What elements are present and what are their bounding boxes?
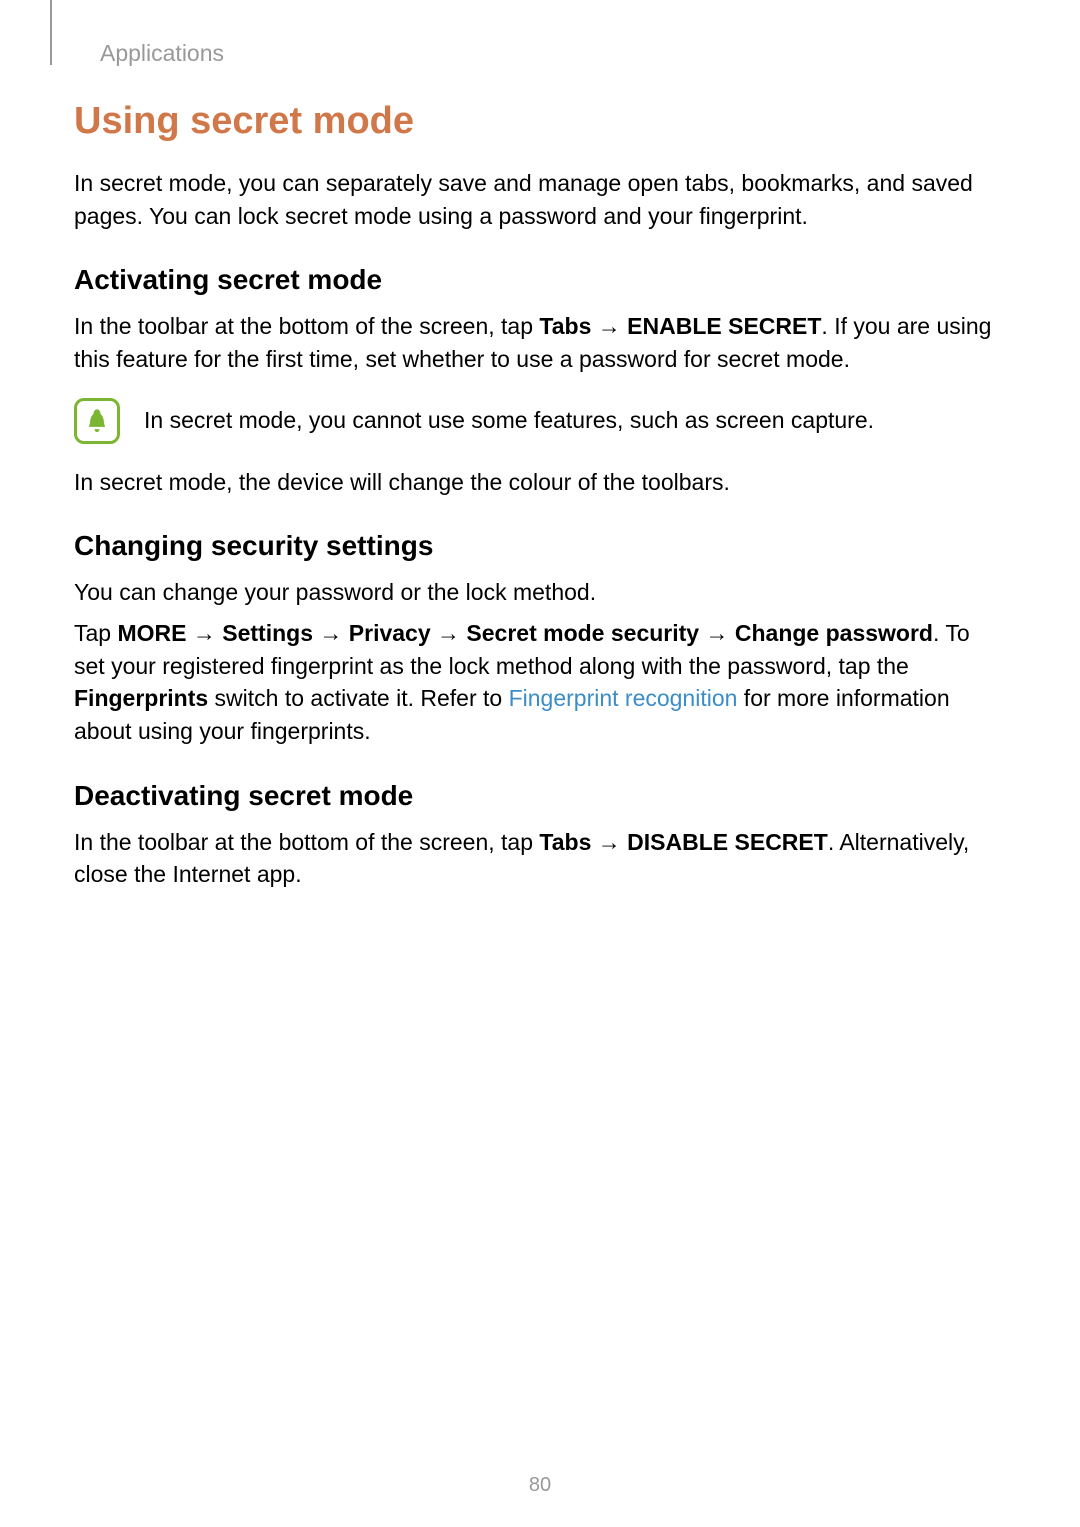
- text: →: [431, 620, 467, 646]
- bell-icon: [74, 398, 120, 444]
- text-bold: DISABLE SECRET: [627, 829, 828, 855]
- text-bold: Tabs: [539, 829, 591, 855]
- text-bold: ENABLE SECRET: [627, 313, 821, 339]
- text: Tap: [74, 620, 117, 646]
- activating-paragraph-2: In secret mode, the device will change t…: [74, 466, 1004, 499]
- text: In the toolbar at the bottom of the scre…: [74, 829, 539, 855]
- text: switch to activate it. Refer to: [208, 685, 508, 711]
- text: →: [186, 620, 222, 646]
- intro-paragraph: In secret mode, you can separately save …: [74, 167, 1004, 232]
- text-bold: Change password: [735, 620, 933, 646]
- note-text: In secret mode, you cannot use some feat…: [144, 404, 874, 437]
- deactivating-paragraph: In the toolbar at the bottom of the scre…: [74, 826, 1004, 891]
- changing-paragraph-2: Tap MORE → Settings → Privacy → Secret m…: [74, 617, 1004, 748]
- text: →: [313, 620, 349, 646]
- changing-paragraph-1: You can change your password or the lock…: [74, 576, 1004, 609]
- header-divider: [50, 0, 52, 65]
- page-title: Using secret mode: [74, 100, 1004, 143]
- breadcrumb: Applications: [100, 40, 224, 67]
- text: →: [591, 829, 627, 855]
- text: →: [591, 313, 627, 339]
- deactivating-heading: Deactivating secret mode: [74, 780, 1004, 812]
- page-number: 80: [0, 1474, 1080, 1497]
- text-bold: Tabs: [539, 313, 591, 339]
- activating-heading: Activating secret mode: [74, 264, 1004, 296]
- activating-paragraph: In the toolbar at the bottom of the scre…: [74, 310, 1004, 375]
- text-bold: Secret mode security: [466, 620, 699, 646]
- text-bold: Privacy: [349, 620, 431, 646]
- text: In the toolbar at the bottom of the scre…: [74, 313, 539, 339]
- fingerprint-recognition-link[interactable]: Fingerprint recognition: [509, 685, 738, 711]
- text: →: [699, 620, 735, 646]
- note-block: In secret mode, you cannot use some feat…: [74, 398, 1004, 444]
- text-bold: MORE: [117, 620, 186, 646]
- text-bold: Fingerprints: [74, 685, 208, 711]
- changing-heading: Changing security settings: [74, 530, 1004, 562]
- page-content: Using secret mode In secret mode, you ca…: [74, 100, 1004, 899]
- text-bold: Settings: [222, 620, 313, 646]
